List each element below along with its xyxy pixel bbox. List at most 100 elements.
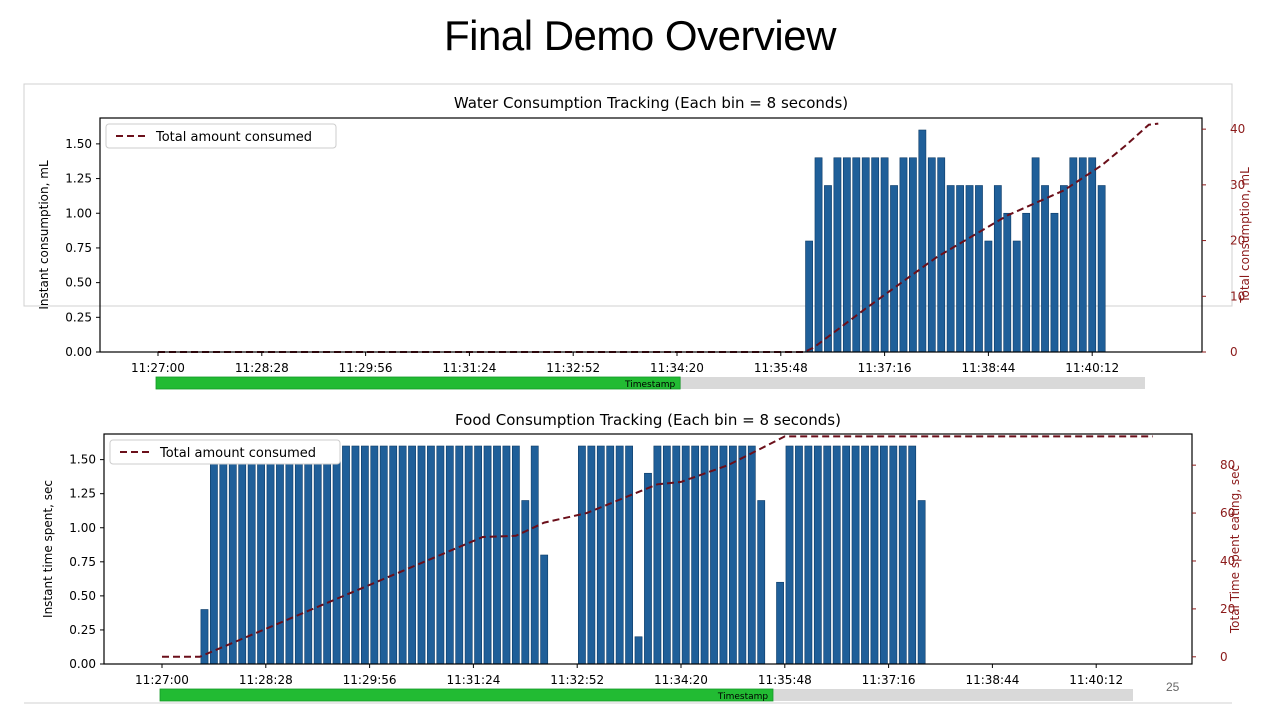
bar	[219, 445, 228, 665]
x-tick-label: 11:35:48	[758, 673, 812, 687]
bar	[662, 445, 671, 665]
timestamp-scrollbar-thumb[interactable]	[159, 688, 774, 702]
bar	[530, 445, 539, 665]
y2-tick-label: 0	[1220, 650, 1228, 664]
bar	[946, 185, 955, 353]
legend-label: Total amount consumed	[159, 446, 316, 461]
bar	[879, 445, 888, 665]
bar	[370, 445, 379, 665]
bar	[823, 445, 832, 665]
x-tick-label: 11:38:44	[965, 673, 1019, 687]
bar	[1031, 157, 1040, 353]
bar	[1097, 185, 1106, 353]
bar	[833, 157, 842, 353]
bar	[625, 445, 633, 665]
bar	[511, 445, 520, 665]
bar	[710, 445, 718, 665]
x-axis-label: Timestamp	[717, 692, 769, 702]
bar	[445, 445, 454, 665]
bar	[757, 500, 766, 665]
bar	[228, 445, 237, 665]
bar	[200, 609, 209, 665]
bar	[644, 472, 652, 665]
x-tick-label: 11:37:16	[858, 361, 912, 375]
bar	[899, 157, 908, 353]
bar	[474, 445, 483, 665]
bar	[700, 445, 709, 665]
bar	[851, 445, 860, 665]
bar	[285, 445, 294, 665]
bar	[729, 445, 737, 665]
timestamp-scrollbar-thumb[interactable]	[155, 376, 681, 390]
charts-canvas: Water Consumption Tracking (Each bin = 8…	[23, 83, 1252, 704]
x-tick-label: 11:27:00	[135, 673, 189, 687]
bar	[587, 445, 596, 665]
bar	[1003, 212, 1012, 353]
x-tick-label: 11:29:56	[339, 361, 393, 375]
bar	[210, 445, 218, 665]
y-tick-label: 1.00	[65, 206, 92, 220]
y2-axis-label: Total Time spent eating, sec	[1228, 465, 1242, 634]
bar	[493, 445, 501, 665]
bar	[238, 445, 247, 665]
bar	[965, 185, 974, 353]
bar	[861, 157, 870, 353]
bar	[521, 500, 530, 665]
bar	[294, 445, 303, 665]
bar	[1050, 212, 1059, 353]
x-tick-label: 11:32:52	[546, 361, 600, 375]
bar	[1088, 157, 1097, 353]
y-axis-label: Instant consumption, mL	[37, 160, 51, 310]
bar	[389, 445, 398, 665]
x-tick-label: 11:31:24	[442, 361, 496, 375]
y-tick-label: 1.25	[65, 172, 92, 186]
bar	[398, 445, 407, 665]
bar	[908, 445, 917, 665]
bar	[483, 445, 492, 665]
bar	[615, 445, 624, 665]
bar	[540, 554, 549, 665]
bar	[1060, 185, 1068, 353]
bar	[813, 445, 822, 665]
bar	[606, 445, 615, 665]
y2-tick-label: 40	[1230, 122, 1245, 136]
bar	[871, 157, 880, 353]
bar	[360, 445, 369, 665]
chart-title: Water Consumption Tracking (Each bin = 8…	[454, 94, 848, 112]
y-tick-label: 0.00	[65, 345, 92, 359]
x-tick-label: 11:34:20	[654, 673, 708, 687]
bar	[909, 157, 917, 353]
x-tick-label: 11:27:00	[131, 361, 185, 375]
bar	[814, 157, 823, 353]
x-tick-label: 11:40:12	[1065, 361, 1119, 375]
x-tick-label: 11:37:16	[862, 673, 916, 687]
y-tick-label: 0.00	[69, 657, 96, 671]
bar	[379, 445, 388, 665]
y-tick-label: 0.75	[69, 555, 96, 569]
bar	[417, 445, 426, 665]
x-tick-label: 11:38:44	[961, 361, 1015, 375]
x-tick-label: 11:29:56	[343, 673, 397, 687]
bar	[776, 581, 784, 665]
bar	[918, 129, 927, 353]
y-tick-label: 0.25	[69, 623, 96, 637]
bar	[681, 445, 690, 665]
bar	[332, 445, 341, 665]
bar	[578, 445, 586, 665]
bar	[832, 445, 841, 665]
bar	[266, 445, 275, 665]
x-tick-label: 11:31:24	[446, 673, 500, 687]
page-number: 25	[1166, 680, 1180, 694]
bar	[634, 636, 643, 665]
y2-axis-label: Total consumption, mL	[1238, 167, 1252, 304]
bar	[993, 185, 1002, 353]
bar	[1041, 185, 1049, 353]
chart-water: Water Consumption Tracking (Each bin = 8…	[23, 83, 1252, 390]
x-tick-label: 11:32:52	[550, 673, 604, 687]
bar	[956, 185, 964, 353]
bar	[842, 445, 851, 665]
y-tick-label: 0.25	[65, 310, 92, 324]
x-tick-label: 11:28:28	[239, 673, 293, 687]
y-tick-label: 0.50	[65, 276, 92, 290]
y-tick-label: 1.50	[69, 453, 96, 467]
